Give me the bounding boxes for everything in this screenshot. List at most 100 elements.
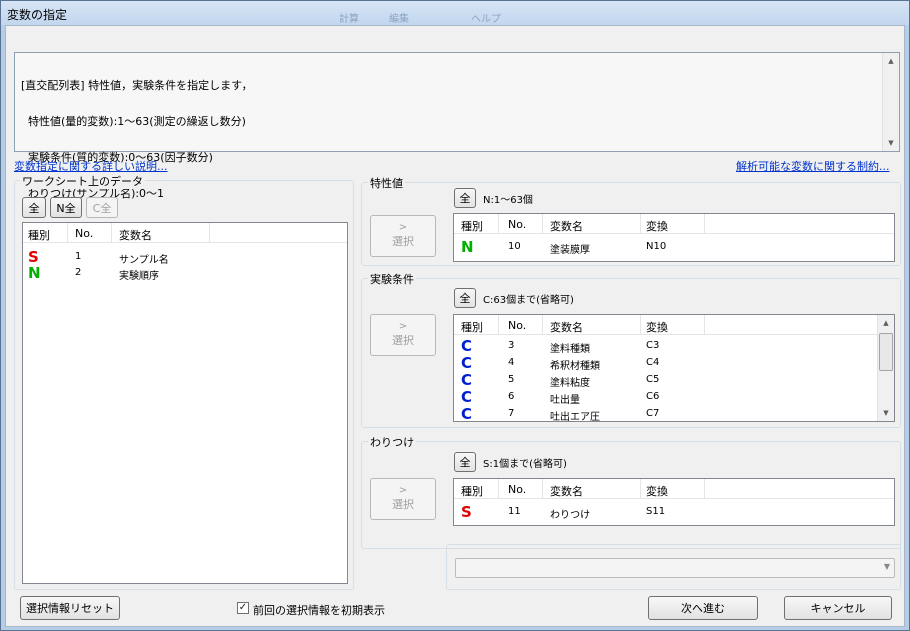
column-no: No. xyxy=(508,483,527,496)
characteristic-desc: N:1～63個 xyxy=(483,195,533,206)
kind-c-icon: C xyxy=(461,337,473,355)
next-button[interactable]: 次へ進む xyxy=(648,596,758,620)
dialog-window: 変数の指定 計算 編集 ヘルプ [直交配列表] 特性値，実験条件を指定します， … xyxy=(0,0,910,631)
list-item[interactable]: C 6 吐出量 C6 xyxy=(454,388,894,406)
column-varname: 変数名 xyxy=(550,485,583,498)
list-item[interactable]: S 1 サンプル名 xyxy=(23,248,347,266)
conditions-select-button[interactable]: > 選択 xyxy=(370,314,436,356)
kind-n-icon: N xyxy=(461,238,474,256)
row-conv: N10 xyxy=(646,241,667,252)
row-no: 5 xyxy=(508,374,515,385)
worksheet-all-button[interactable]: 全 xyxy=(22,197,46,218)
limits-help-link[interactable]: 解析可能な変数に関する制約... xyxy=(736,158,890,174)
kind-c-icon: C xyxy=(461,388,473,406)
worksheet-n-all-button[interactable]: N全 xyxy=(50,197,82,218)
row-name: わりつけ xyxy=(550,510,591,521)
initial-display-checkbox[interactable]: ✓ xyxy=(237,602,249,614)
row-no: 6 xyxy=(508,391,515,402)
row-conv: C5 xyxy=(646,374,660,385)
worksheet-label: ワークシート上のデータ xyxy=(20,173,145,189)
row-conv: C7 xyxy=(646,408,660,419)
list-item[interactable]: C 3 塗料種類 C3 xyxy=(454,337,894,355)
row-name: 実験順序 xyxy=(119,271,159,282)
kind-c-icon: C xyxy=(461,354,473,372)
check-icon: ✓ xyxy=(238,602,248,613)
column-kind: 種別 xyxy=(28,229,50,242)
column-varname: 変数名 xyxy=(550,321,583,334)
assignment-select-button[interactable]: > 選択 xyxy=(370,478,436,520)
row-no: 1 xyxy=(75,251,82,262)
row-conv: C6 xyxy=(646,391,660,402)
column-no: No. xyxy=(508,319,527,332)
assignment-desc: S:1個まで(省略可) xyxy=(483,459,567,470)
column-no: No. xyxy=(75,227,94,240)
scroll-up-icon[interactable]: ▲ xyxy=(883,53,899,69)
column-kind: 種別 xyxy=(461,220,483,233)
row-name: 塗料種類 xyxy=(550,344,590,355)
column-kind: 種別 xyxy=(461,321,483,334)
initial-display-label: 前回の選択情報を初期表示 xyxy=(253,604,385,617)
option-dropdown[interactable]: ▼ xyxy=(455,558,895,578)
row-name: 吐出量 xyxy=(550,395,580,406)
list-item[interactable]: N 2 実験順序 xyxy=(23,264,347,282)
list-item[interactable]: C 5 塗料粘度 C5 xyxy=(454,371,894,389)
title-bar: 変数の指定 計算 編集 ヘルプ xyxy=(1,1,909,25)
detail-help-link[interactable]: 変数指定に関する詳しい説明... xyxy=(14,158,168,174)
characteristic-list-header: 種別 No. 変数名 変換 xyxy=(454,214,894,234)
row-name: 吐出エア圧 xyxy=(550,412,600,421)
column-kind: 種別 xyxy=(461,485,483,498)
conditions-label: 実験条件 xyxy=(368,271,416,287)
worksheet-list-header: 種別 No. 変数名 xyxy=(23,223,347,243)
conditions-scrollbar[interactable]: ▲ ▼ xyxy=(877,315,894,421)
column-conv: 変換 xyxy=(646,485,668,498)
characteristic-label: 特性値 xyxy=(368,175,405,191)
column-no: No. xyxy=(508,218,527,231)
conditions-all-button[interactable]: 全 xyxy=(454,288,476,308)
worksheet-list[interactable]: 種別 No. 変数名 S 1 サンプル名 N 2 実験順序 xyxy=(22,222,348,584)
row-conv: C4 xyxy=(646,357,660,368)
select-label: 選択 xyxy=(392,498,414,511)
list-item[interactable]: N 10 塗装膜厚 N10 xyxy=(454,238,894,256)
scroll-down-icon[interactable]: ▼ xyxy=(878,405,894,421)
info-textbox[interactable]: [直交配列表] 特性値，実験条件を指定します， 特性値(量的変数):1～63(測… xyxy=(14,52,900,200)
row-name: 希釈材種類 xyxy=(550,361,600,372)
ghost-toolbar-edit: 編集 xyxy=(389,14,409,25)
scroll-down-icon[interactable]: ▼ xyxy=(883,135,899,151)
scroll-thumb[interactable] xyxy=(879,333,893,371)
characteristic-list[interactable]: 種別 No. 変数名 変換 N 10 塗装膜厚 N10 xyxy=(453,213,895,262)
column-varname: 変数名 xyxy=(119,229,152,242)
info-scrollbar[interactable]: ▲ ▼ xyxy=(882,53,899,151)
chevron-right-icon: > xyxy=(398,321,408,332)
list-item[interactable]: S 11 わりつけ S11 xyxy=(454,503,894,521)
row-no: 11 xyxy=(508,506,521,517)
column-conv: 変換 xyxy=(646,220,668,233)
chevron-right-icon: > xyxy=(398,485,408,496)
worksheet-c-all-button[interactable]: C全 xyxy=(86,197,118,218)
row-no: 7 xyxy=(508,408,515,419)
chevron-right-icon: > xyxy=(398,222,408,233)
column-varname: 変数名 xyxy=(550,220,583,233)
characteristic-select-button[interactable]: > 選択 xyxy=(370,215,436,257)
ghost-toolbar-help: ヘルプ xyxy=(471,14,501,25)
list-item[interactable]: C 4 希釈材種類 C4 xyxy=(454,354,894,372)
window-title: 変数の指定 xyxy=(7,8,68,22)
conditions-list[interactable]: 種別 No. 変数名 変換 C 3 塗料種類 C3 C 4 希釈材種類 C4 C… xyxy=(453,314,895,422)
characteristic-all-button[interactable]: 全 xyxy=(454,188,476,208)
row-no: 4 xyxy=(508,357,515,368)
row-no: 10 xyxy=(508,241,521,252)
list-item[interactable]: C 7 吐出エア圧 C7 xyxy=(454,406,894,421)
assignment-list[interactable]: 種別 No. 変数名 変換 S 11 わりつけ S11 xyxy=(453,478,895,526)
kind-s-icon: S xyxy=(461,503,472,521)
scroll-up-icon[interactable]: ▲ xyxy=(878,315,894,331)
ghost-toolbar-calc: 計算 xyxy=(339,14,359,25)
column-conv: 変換 xyxy=(646,321,668,334)
cancel-button[interactable]: キャンセル xyxy=(784,596,892,620)
conditions-desc: C:63個まで(省略可) xyxy=(483,295,574,306)
select-label: 選択 xyxy=(392,235,414,248)
reset-selection-button[interactable]: 選択情報リセット xyxy=(20,596,120,620)
select-label: 選択 xyxy=(392,334,414,347)
info-line: [直交配列表] 特性値，実験条件を指定します， xyxy=(21,79,253,92)
row-name: 塗装膜厚 xyxy=(550,245,590,256)
assignment-all-button[interactable]: 全 xyxy=(454,452,476,472)
row-name: サンプル名 xyxy=(119,255,169,266)
